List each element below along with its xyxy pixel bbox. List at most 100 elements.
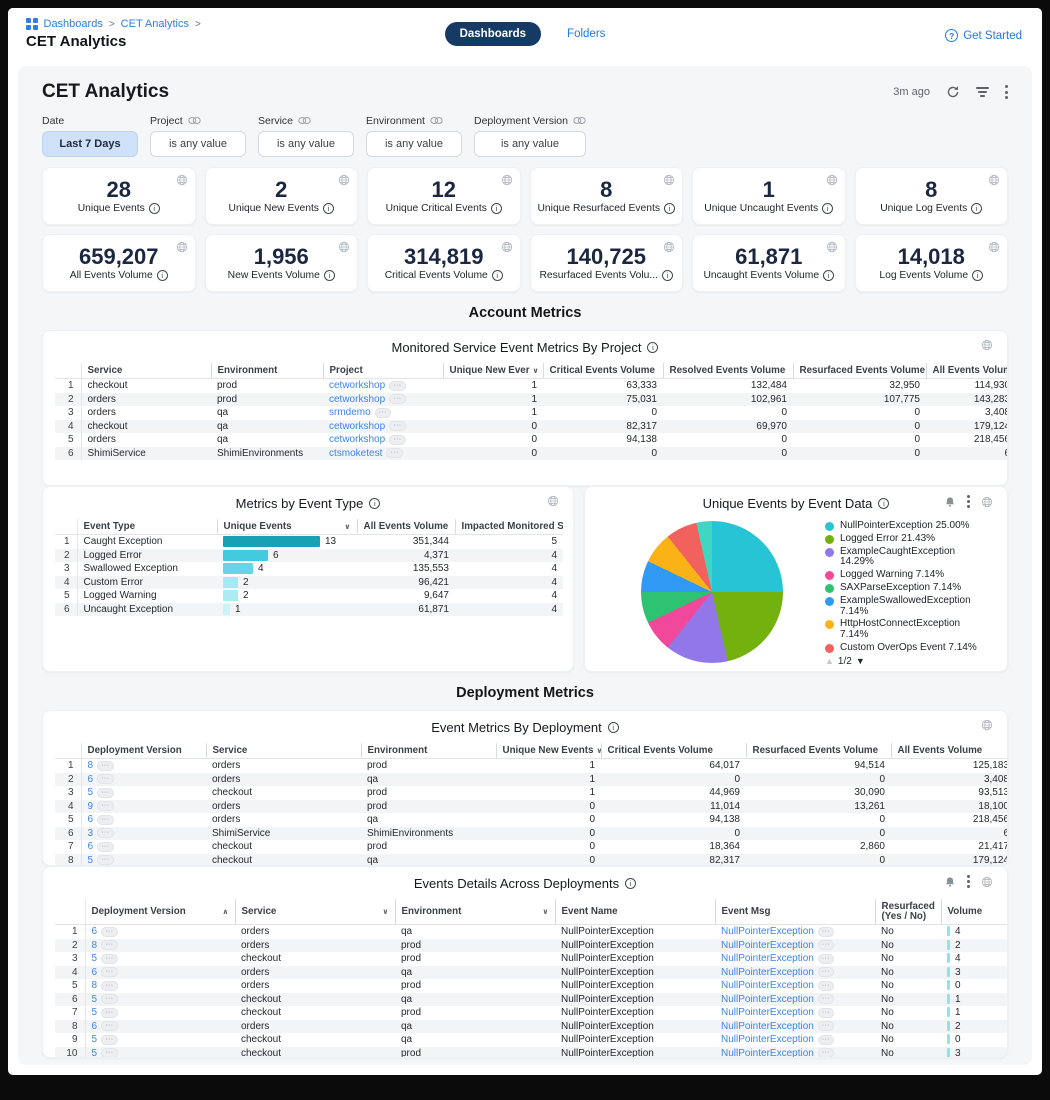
- ellipsis-badge[interactable]: ···: [389, 394, 406, 404]
- column-header[interactable]: Volume: [941, 899, 1008, 925]
- ellipsis-badge[interactable]: ···: [101, 1048, 118, 1058]
- page-up-icon[interactable]: ▲: [825, 656, 834, 666]
- table-link[interactable]: 6: [88, 841, 94, 852]
- kebab-menu-icon[interactable]: [1005, 85, 1008, 98]
- ellipsis-badge[interactable]: ···: [101, 981, 118, 991]
- table-link[interactable]: NullPointerException: [721, 940, 814, 951]
- sort-down-icon[interactable]: ∨: [542, 907, 548, 916]
- column-header[interactable]: Critical Events Volume: [543, 363, 663, 379]
- bell-icon[interactable]: [944, 496, 956, 508]
- legend-item[interactable]: HttpHostConnectException 7.14%: [825, 619, 989, 641]
- ellipsis-badge[interactable]: ···: [818, 1021, 835, 1031]
- table-link[interactable]: 5: [92, 1034, 98, 1045]
- column-header[interactable]: Unique Events∨: [217, 519, 357, 535]
- ellipsis-badge[interactable]: ···: [818, 1035, 835, 1045]
- table-link[interactable]: NullPointerException: [721, 967, 814, 978]
- ellipsis-badge[interactable]: ···: [97, 815, 114, 825]
- ellipsis-badge[interactable]: ···: [97, 842, 114, 852]
- table-link[interactable]: 5: [92, 1007, 98, 1018]
- legend-item[interactable]: ExampleCaughtException 14.29%: [825, 547, 989, 569]
- column-header[interactable]: All Events Volume: [926, 363, 1008, 379]
- table-link[interactable]: 6: [92, 967, 98, 978]
- breadcrumb-link-cet-analytics[interactable]: CET Analytics: [121, 18, 189, 30]
- sort-down-icon[interactable]: ∨: [533, 366, 539, 375]
- column-header[interactable]: All Events Volume: [891, 743, 1008, 759]
- column-header[interactable]: Service: [81, 363, 211, 379]
- table-link[interactable]: NullPointerException: [721, 953, 814, 964]
- kebab-menu-icon[interactable]: [967, 495, 970, 508]
- ellipsis-badge[interactable]: ···: [97, 855, 114, 865]
- breadcrumb-link-dashboards[interactable]: Dashboards: [44, 18, 103, 30]
- sort-up-icon[interactable]: ∧: [222, 907, 228, 916]
- table-link[interactable]: NullPointerException: [721, 1048, 814, 1059]
- table-link[interactable]: NullPointerException: [721, 1007, 814, 1018]
- column-header[interactable]: Environment: [361, 743, 496, 759]
- table-link[interactable]: ctsmoketest: [329, 448, 382, 459]
- column-header[interactable]: Unique New Events∨: [496, 743, 601, 759]
- table-link[interactable]: NullPointerException: [721, 1021, 814, 1032]
- ellipsis-badge[interactable]: ···: [101, 954, 118, 964]
- column-header[interactable]: Service∨: [235, 899, 395, 925]
- column-header[interactable]: Project: [323, 363, 443, 379]
- table-link[interactable]: srmdemo: [329, 407, 371, 418]
- table-link[interactable]: 8: [92, 980, 98, 991]
- ellipsis-badge[interactable]: ···: [818, 927, 835, 937]
- legend-item[interactable]: NullPointerException 25.00%: [825, 521, 989, 532]
- column-header[interactable]: Resurfaced(Yes / No): [875, 899, 941, 925]
- table-link[interactable]: 6: [92, 926, 98, 937]
- bell-icon[interactable]: [944, 876, 956, 888]
- ellipsis-badge[interactable]: ···: [97, 828, 114, 838]
- table-link[interactable]: cetworkshop: [329, 394, 385, 405]
- table-link[interactable]: 5: [92, 1048, 98, 1059]
- table-link[interactable]: 5: [88, 855, 94, 866]
- ellipsis-badge[interactable]: ···: [97, 788, 114, 798]
- ellipsis-badge[interactable]: ···: [101, 994, 118, 1004]
- column-header[interactable]: Critical Events Volume: [601, 743, 746, 759]
- legend-item[interactable]: Logged Warning 7.14%: [825, 570, 989, 581]
- column-header[interactable]: Event Name: [555, 899, 715, 925]
- page-down-icon[interactable]: ▼: [856, 656, 865, 666]
- sort-down-icon[interactable]: ∨: [382, 907, 388, 916]
- column-header[interactable]: Event Msg: [715, 899, 875, 925]
- tab-folders[interactable]: Folders: [567, 28, 605, 40]
- filter-value-service[interactable]: is any value: [258, 131, 354, 157]
- column-header[interactable]: Service: [206, 743, 361, 759]
- ellipsis-badge[interactable]: ···: [375, 408, 392, 418]
- ellipsis-badge[interactable]: ···: [389, 381, 406, 391]
- filter-icon[interactable]: [976, 87, 989, 97]
- filter-value-environment[interactable]: is any value: [366, 131, 462, 157]
- column-header[interactable]: Unique New Ever∨: [443, 363, 543, 379]
- table-link[interactable]: 3: [88, 828, 94, 839]
- filter-value-date[interactable]: Last 7 Days: [42, 131, 138, 157]
- ellipsis-badge[interactable]: ···: [97, 774, 114, 784]
- column-header[interactable]: Environment: [211, 363, 323, 379]
- ellipsis-badge[interactable]: ···: [818, 994, 835, 1004]
- column-header[interactable]: Environment∨: [395, 899, 555, 925]
- column-header[interactable]: Resurfaced Events Volume: [746, 743, 891, 759]
- ellipsis-badge[interactable]: ···: [101, 1008, 118, 1018]
- legend-item[interactable]: Logged Error 21.43%: [825, 534, 989, 545]
- ellipsis-badge[interactable]: ···: [101, 967, 118, 977]
- sort-down-icon[interactable]: ∨: [344, 522, 350, 531]
- column-header[interactable]: All Events Volume: [357, 519, 455, 535]
- ellipsis-badge[interactable]: ···: [818, 1008, 835, 1018]
- kebab-menu-icon[interactable]: [967, 875, 970, 888]
- table-link[interactable]: 5: [92, 953, 98, 964]
- table-link[interactable]: cetworkshop: [329, 380, 385, 391]
- ellipsis-badge[interactable]: ···: [101, 940, 118, 950]
- table-link[interactable]: cetworkshop: [329, 421, 385, 432]
- column-header[interactable]: Impacted Monitored Services: [455, 519, 563, 535]
- table-link[interactable]: NullPointerException: [721, 994, 814, 1005]
- ellipsis-badge[interactable]: ···: [389, 435, 406, 445]
- table-link[interactable]: cetworkshop: [329, 434, 385, 445]
- get-started-link[interactable]: Get Started: [945, 29, 1022, 42]
- table-link[interactable]: NullPointerException: [721, 926, 814, 937]
- ellipsis-badge[interactable]: ···: [389, 421, 406, 431]
- ellipsis-badge[interactable]: ···: [101, 1021, 118, 1031]
- ellipsis-badge[interactable]: ···: [818, 940, 835, 950]
- ellipsis-badge[interactable]: ···: [818, 954, 835, 964]
- table-link[interactable]: 8: [92, 940, 98, 951]
- sort-down-icon[interactable]: ∨: [596, 746, 601, 755]
- table-link[interactable]: NullPointerException: [721, 1034, 814, 1045]
- table-link[interactable]: NullPointerException: [721, 980, 814, 991]
